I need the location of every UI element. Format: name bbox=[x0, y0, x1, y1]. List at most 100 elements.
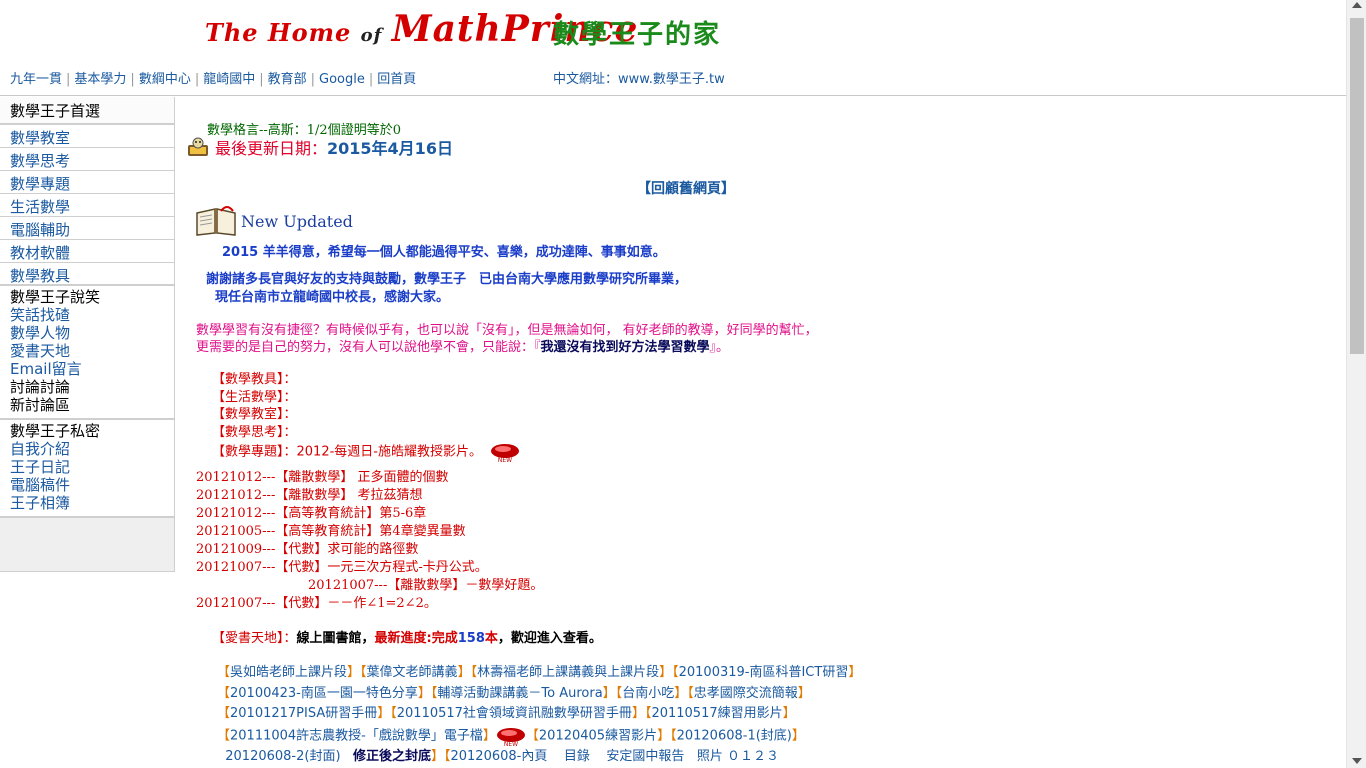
books-label[interactable]: 【愛書天地】： bbox=[212, 631, 297, 646]
category-math-topics[interactable]: 【數學專題】：2012-每週日-施皓耀教授影片。 NEW bbox=[212, 441, 520, 463]
learning-message-2-b: 我還沒有找到好方法學習數學 bbox=[540, 340, 710, 355]
topic-text[interactable]: 【數學專題】：2012-每週日-施皓耀教授影片。 bbox=[212, 445, 482, 460]
resource-link[interactable]: 20120608-內頁 bbox=[450, 749, 547, 764]
category-list: 【數學教具】： 【生活數學】： 【數學教室】： 【數學思考】： 【數學專題】：2… bbox=[212, 371, 520, 463]
main-content: 數學格言--高斯：1/2個證明等於0 最後更新日期： 2015年4月16日 【回… bbox=[185, 97, 1335, 768]
new-updated-title: New Updated bbox=[241, 211, 353, 231]
resource-links: 【吳如皓老師上課片段】【葉偉文老師講義】【林壽福老師上課講義與上課片段】【201… bbox=[217, 663, 861, 767]
resource-link[interactable]: 林壽福老師上課講義與上課片段 bbox=[477, 665, 659, 680]
category-math-classroom[interactable]: 【數學教室】： bbox=[212, 406, 520, 424]
resource-link[interactable]: 安定國中報告 bbox=[606, 749, 684, 764]
nav-link-longqi-school[interactable]: 龍崎國中 bbox=[203, 72, 255, 87]
new-updated-heading: New Updated bbox=[195, 205, 353, 237]
scroll-thumb[interactable] bbox=[1350, 18, 1364, 354]
sidebar-link-new-forum[interactable]: 新討論區 bbox=[10, 396, 164, 414]
nav-link-basic-skills[interactable]: 基本學力 bbox=[74, 72, 126, 87]
sidebar-block-private: 數學王子私密 自我介紹 王子日記 電腦稿件 王子相簿 bbox=[0, 420, 174, 518]
nav-separator: | bbox=[310, 72, 316, 87]
resource-link[interactable]: 20110517社會領域資訊融數學研習手冊 bbox=[397, 706, 632, 721]
category-life-math[interactable]: 【生活數學】： bbox=[212, 389, 520, 407]
resource-link[interactable]: 20111004許志農教授-「戲說數學」電子檔 bbox=[230, 728, 483, 743]
scroll-up-arrow-icon[interactable] bbox=[1352, 2, 1362, 8]
review-old-pages-link[interactable]: 【回顧舊網頁】 bbox=[637, 178, 735, 198]
sidebar-home-heading[interactable]: 數學王子首選 bbox=[0, 97, 174, 125]
sidebar-link-manuscripts[interactable]: 電腦稿件 bbox=[10, 476, 164, 494]
sidebar-block-jokes-title: 數學王子說笑 bbox=[10, 288, 101, 306]
svg-text:NEW: NEW bbox=[504, 741, 518, 747]
sidebar-item-computer-aided[interactable]: 電腦輔助 bbox=[0, 217, 174, 240]
sidebar-link-books[interactable]: 愛書天地 bbox=[10, 342, 164, 360]
resource-link[interactable]: 葉偉文老師講義 bbox=[367, 665, 458, 680]
resource-link[interactable]: 20120405練習影片 bbox=[539, 728, 657, 743]
thanks-line-1: 謝謝諸多長官與好友的支持與鼓勵，數學王子 已由台南大學應用數學研究所畢業， bbox=[206, 272, 688, 287]
resource-link[interactable]: 台南小吃 bbox=[622, 686, 674, 701]
resource-link[interactable]: ０１２３ bbox=[727, 749, 779, 764]
nav-link-home[interactable]: 回首頁 bbox=[377, 72, 416, 87]
books-unit: 本 bbox=[484, 631, 498, 646]
learning-message-2: 更需要的是自己的努力，沒有人可以說他學不會，只能說：『我還沒有找到好方法學習數學… bbox=[196, 336, 729, 355]
nav-link-ministry[interactable]: 教育部 bbox=[268, 72, 307, 87]
resource-links-row-3: 【20101217PISA研習手冊】【20110517社會領域資訊融數學研習手冊… bbox=[217, 706, 796, 721]
resource-link[interactable]: 20120608-2(封面) bbox=[225, 749, 340, 764]
nav-separator: | bbox=[259, 72, 264, 87]
sidebar-block-private-title: 數學王子私密 bbox=[10, 422, 101, 440]
resource-link[interactable]: 20120608-1(封底) bbox=[677, 728, 792, 743]
resource-link[interactable]: 輔導活動課講義－To Aurora bbox=[437, 686, 602, 701]
nav-separator: | bbox=[194, 72, 200, 87]
sidebar-item-math-topics[interactable]: 數學專題 bbox=[0, 171, 174, 194]
resource-links-row-5: 20120608-2(封面) 修正後之封底】【20120608-內頁 目錄 安定… bbox=[225, 748, 780, 764]
sidebar-item-life-math[interactable]: 生活數學 bbox=[0, 194, 174, 217]
sidebar-item-software[interactable]: 教材軟體 bbox=[0, 240, 174, 263]
nav-separator: | bbox=[368, 72, 374, 87]
dated-update-item[interactable]: 20121007---【離散數學】－數學好題。 bbox=[196, 577, 543, 595]
sidebar-link-album[interactable]: 王子相簿 bbox=[10, 494, 164, 512]
last-updated-date: 2015年4月16日 bbox=[327, 139, 453, 158]
dated-update-item[interactable]: 20121012---【離散數學】 考拉茲猜想 bbox=[196, 487, 543, 505]
books-progress-text: 最新進度:完成 bbox=[374, 631, 458, 646]
dated-update-item[interactable]: 20121007---【代數】一元三次方程式-卡丹公式。 bbox=[196, 559, 543, 577]
logo-en-of: of bbox=[360, 25, 383, 46]
dated-update-item[interactable]: 20121012---【高等教育統計】第5-6章 bbox=[196, 505, 543, 523]
sidebar-link-jokes[interactable]: 笑話找碴 bbox=[10, 306, 164, 324]
nav-link-syllabus-center[interactable]: 數綱中心 bbox=[139, 72, 191, 87]
sidebar-item-math-thinking[interactable]: 數學思考 bbox=[0, 148, 174, 171]
book-icon bbox=[196, 206, 236, 236]
sidebar-link-discussion[interactable]: 討論討論 bbox=[10, 378, 164, 396]
vertical-scrollbar[interactable] bbox=[1346, 0, 1366, 768]
sidebar-item-math-tools[interactable]: 數學教具 bbox=[0, 263, 174, 286]
dated-updates-list: 20121012---【離散數學】 正多面體的個數 20121012---【離散… bbox=[196, 469, 543, 613]
sidebar-link-email[interactable]: Email留言 bbox=[10, 360, 164, 378]
site-logo-zh: 數學王子的家 bbox=[553, 20, 722, 50]
nav-separator: | bbox=[66, 72, 71, 87]
nav-link-grade-9[interactable]: 九年一貫 bbox=[10, 72, 62, 87]
chinese-url-text: 中文網址：www.數學王子.tw bbox=[553, 72, 725, 87]
resource-link[interactable]: 20101217PISA研習手冊 bbox=[230, 706, 377, 721]
top-navigation: 九年一貫 | 基本學力 | 數綱中心 | 龍崎國中 | 教育部 | Google | 回首頁 bbox=[10, 68, 416, 87]
books-section: 【愛書天地】：線上圖書館，最新進度:完成158本，歡迎進入查看。 bbox=[212, 627, 602, 646]
nav-link-google[interactable]: Google bbox=[319, 72, 365, 87]
resource-link[interactable]: 忠孝國際交流簡報 bbox=[694, 686, 798, 701]
resource-link[interactable]: 20100319-南區科普ICT研習 bbox=[679, 665, 849, 680]
scroll-down-arrow-icon[interactable] bbox=[1352, 758, 1362, 764]
dated-update-item[interactable]: 20121012---【離散數學】 正多面體的個數 bbox=[196, 469, 543, 487]
resource-link[interactable]: 吳如皓老師上課片段 bbox=[230, 665, 347, 680]
category-math-tools[interactable]: 【數學教具】： bbox=[212, 371, 520, 389]
last-updated-label: 最後更新日期： bbox=[215, 139, 328, 158]
resource-link[interactable]: 20110517練習用影片 bbox=[651, 706, 782, 721]
category-math-thinking[interactable]: 【數學思考】： bbox=[212, 424, 520, 442]
new-tag-icon: NEW bbox=[496, 727, 525, 747]
nav-separator: | bbox=[130, 72, 135, 87]
sidebar-link-math-people[interactable]: 數學人物 bbox=[10, 324, 164, 342]
learning-message-2-c: 』。 bbox=[709, 340, 730, 355]
resource-link[interactable]: 20100423-南區一園一特色分享 bbox=[230, 686, 418, 701]
sidebar-link-diary[interactable]: 王子日記 bbox=[10, 458, 164, 476]
dated-update-item[interactable]: 20121005---【高等教育統計】第4章變異量數 bbox=[196, 523, 543, 541]
resource-link[interactable]: 目錄 bbox=[564, 749, 590, 764]
sidebar-link-about-me[interactable]: 自我介紹 bbox=[10, 440, 164, 458]
dated-update-item[interactable]: 20121009---【代數】求可能的路徑數 bbox=[196, 541, 543, 559]
page-header: The Home of MathPrince 數學王子的家 九年一貫 | 基本學力 |… bbox=[0, 0, 1346, 96]
resource-link[interactable]: 修正後之封底 bbox=[353, 749, 431, 764]
dated-update-item[interactable]: 20121007---【代數】－－作∠1=2∠2。 bbox=[196, 595, 543, 613]
sidebar-item-math-classroom[interactable]: 數學教室 bbox=[0, 125, 174, 148]
resource-link[interactable]: 照片 bbox=[697, 749, 723, 764]
